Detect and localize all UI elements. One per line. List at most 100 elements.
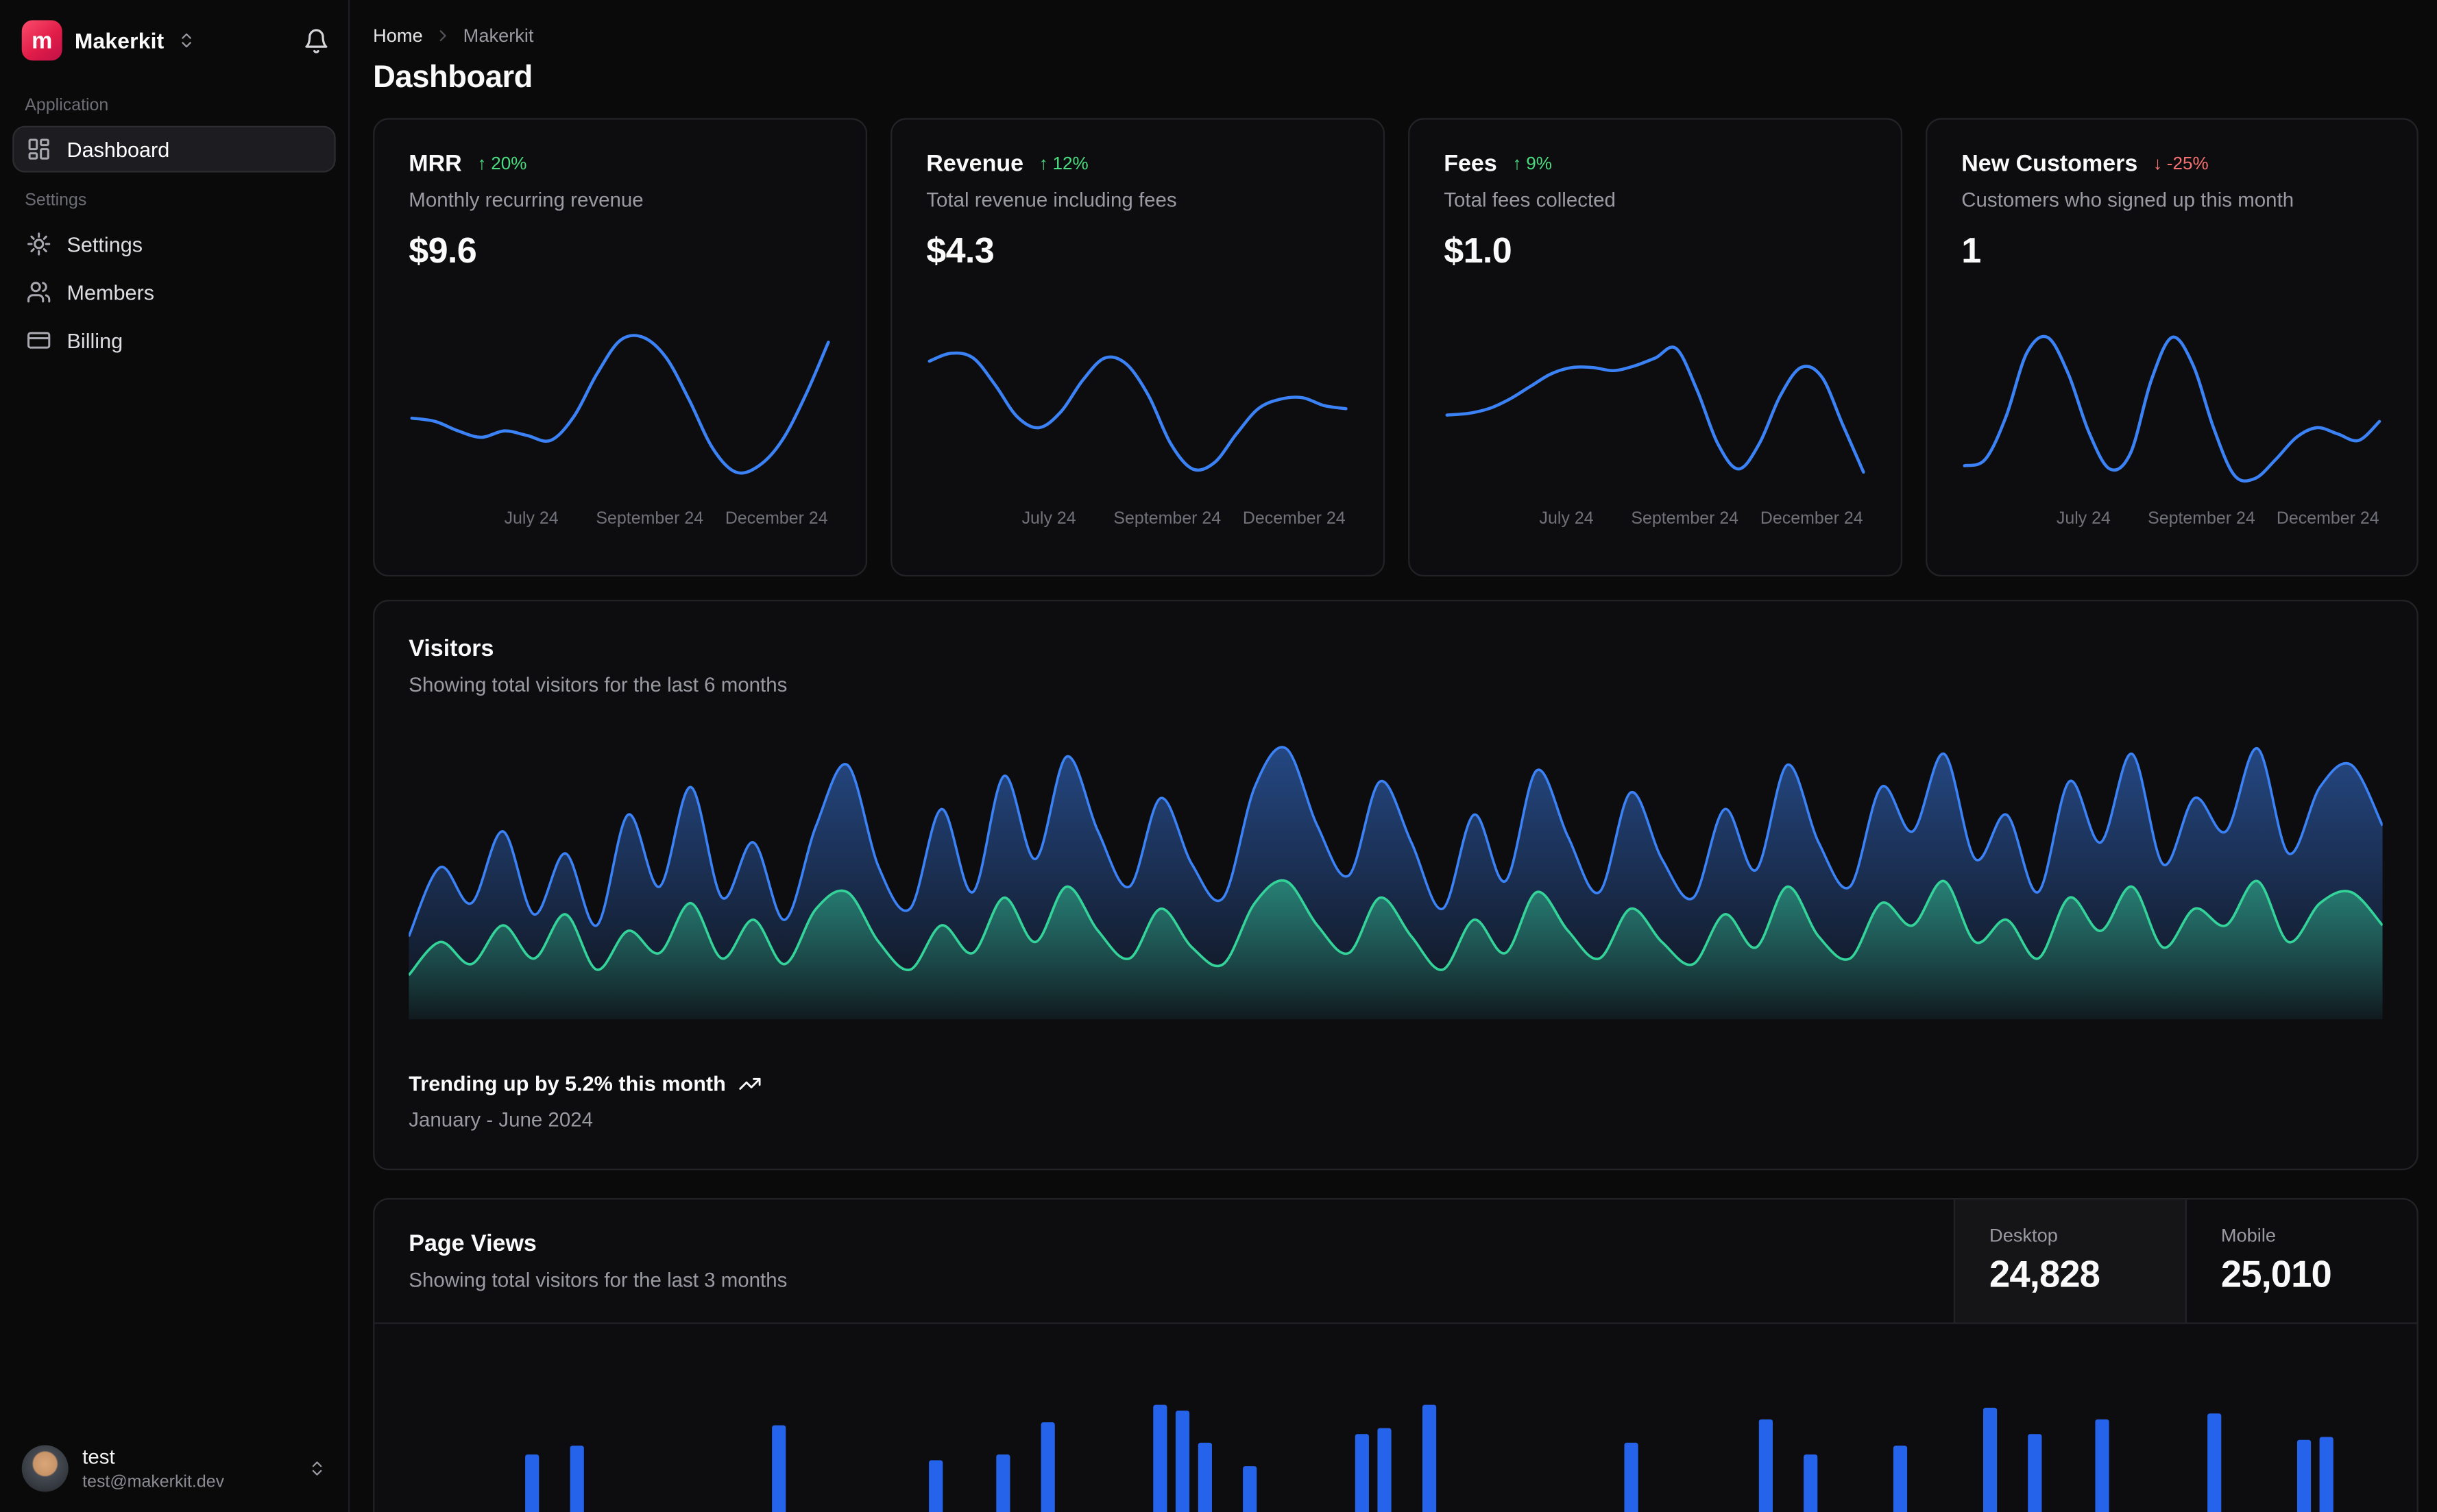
stat-description: Total fees collected <box>1444 188 1616 212</box>
x-tick: December 24 <box>725 509 828 528</box>
page-views-card: Page Views Showing total visitors for th… <box>373 1198 2418 1512</box>
user-avatar <box>21 1446 69 1493</box>
x-axis-labels: July 24 September 24 December 24 <box>409 510 832 535</box>
workspace-name: Makerkit <box>74 27 165 53</box>
trending-up-icon <box>738 1072 762 1095</box>
user-menu[interactable]: test test@makerkit.dev <box>0 1426 348 1512</box>
stat-value: $9.6 <box>409 230 477 271</box>
chevrons-up-down-icon <box>177 31 195 49</box>
stat-title: MRR <box>409 150 462 178</box>
stat-value: 1 <box>1961 230 1981 271</box>
sidebar-item-members[interactable]: Members <box>12 269 336 315</box>
mrr-sparkline-chart <box>409 317 832 501</box>
stat-title: Revenue <box>926 150 1024 178</box>
trend-badge: ↓ -25% <box>2153 155 2209 173</box>
chevron-right-icon <box>434 27 452 45</box>
stat-card-fees: Fees ↑ 9% Total fees collected $1.0 July… <box>1408 118 1903 577</box>
notifications-button[interactable] <box>303 27 330 54</box>
desktop-label: Desktop <box>1989 1224 2058 1247</box>
stat-card-mrr: MRR ↑ 20% Monthly recurring revenue $9.6… <box>373 118 868 577</box>
page-views-bar-chart <box>409 1324 2382 1512</box>
x-axis-labels: July 24 September 24 December 24 <box>1961 510 2382 535</box>
stat-description: Monthly recurring revenue <box>409 188 644 212</box>
app-root: m Makerkit Application Dashboard Setting… <box>0 0 2437 1512</box>
breadcrumb-current: Makerkit <box>463 25 534 47</box>
trend-value: 9% <box>1526 154 1552 173</box>
x-tick: September 24 <box>1631 509 1739 528</box>
visitors-trend-text: Trending up by 5.2% this month <box>409 1072 726 1096</box>
trend-up-icon: ↑ <box>1039 154 1048 173</box>
sidebar-nav: Application Dashboard Settings Settings … <box>0 80 348 365</box>
workspace-logo: m <box>21 20 62 61</box>
x-tick: July 24 <box>1539 509 1594 528</box>
x-tick: July 24 <box>1021 509 1076 528</box>
x-tick: September 24 <box>596 509 704 528</box>
user-meta: test test@makerkit.dev <box>82 1445 224 1493</box>
trend-value: 20% <box>491 154 527 173</box>
fees-sparkline-chart <box>1444 317 1867 501</box>
revenue-sparkline-chart <box>926 317 1349 501</box>
mobile-label: Mobile <box>2220 1224 2277 1247</box>
chevrons-up-down-icon <box>308 1460 326 1478</box>
x-axis-labels: July 24 September 24 December 24 <box>1444 510 1867 535</box>
stat-card-revenue: Revenue ↑ 12% Total revenue including fe… <box>890 118 1385 577</box>
stat-value: $1.0 <box>1444 230 1512 271</box>
x-tick: September 24 <box>2148 509 2255 528</box>
x-tick: December 24 <box>1760 509 1863 528</box>
trend-up-icon: ↑ <box>1512 154 1522 173</box>
trend-up-icon: ↑ <box>477 154 487 173</box>
sidebar-item-dashboard[interactable]: Dashboard <box>12 125 336 173</box>
nav-section-label-settings: Settings <box>25 191 87 210</box>
dashboard-icon <box>27 137 51 162</box>
sidebar-item-settings[interactable]: Settings <box>12 221 336 267</box>
trend-down-icon: ↓ <box>2153 154 2162 173</box>
breadcrumb-home-link[interactable]: Home <box>373 25 423 47</box>
x-tick: December 24 <box>1242 509 1346 528</box>
stat-description: Total revenue including fees <box>926 188 1177 212</box>
page-views-header: Page Views Showing total visitors for th… <box>374 1199 2417 1324</box>
x-axis-labels: July 24 September 24 December 24 <box>926 510 1349 535</box>
desktop-stat-toggle[interactable]: Desktop 24,828 <box>1953 1199 2185 1323</box>
bell-icon <box>303 27 330 54</box>
nav-section-label-application: Application <box>25 96 109 115</box>
nav-item-label: Dashboard <box>66 137 170 161</box>
visitors-subtitle: Showing total visitors for the last 6 mo… <box>409 672 788 696</box>
visitors-card: Visitors Showing total visitors for the … <box>373 600 2418 1171</box>
workspace-logo-letter: m <box>32 27 53 54</box>
app-window: m Makerkit Application Dashboard Setting… <box>0 0 2437 1512</box>
x-tick: July 24 <box>2056 509 2111 528</box>
x-tick: December 24 <box>2276 509 2379 528</box>
page-views-titles: Page Views Showing total visitors for th… <box>374 1199 1953 1322</box>
x-tick: September 24 <box>1113 509 1222 528</box>
user-email: test@makerkit.dev <box>82 1472 225 1491</box>
x-tick: July 24 <box>504 509 559 528</box>
page-title: Dashboard <box>373 60 533 95</box>
trend-badge: ↑ 12% <box>1039 155 1089 173</box>
nav-item-label: Settings <box>66 232 143 256</box>
visitors-date-range: January - June 2024 <box>409 1108 594 1132</box>
users-icon <box>27 280 51 304</box>
gear-icon <box>27 232 51 256</box>
stat-value: $4.3 <box>926 230 995 271</box>
user-name: test <box>82 1445 115 1469</box>
visitors-title: Visitors <box>409 635 494 662</box>
mobile-value: 25,010 <box>2220 1254 2332 1296</box>
credit-card-icon <box>27 328 51 352</box>
trend-value: 12% <box>1052 154 1089 173</box>
nav-item-label: Members <box>66 280 155 304</box>
page-views-title: Page Views <box>409 1230 537 1258</box>
stat-title: New Customers <box>1961 150 2138 178</box>
trend-badge: ↑ 20% <box>477 155 526 173</box>
sidebar: m Makerkit Application Dashboard Setting… <box>0 0 350 1512</box>
workspace-selector[interactable]: m Makerkit <box>0 0 348 80</box>
main-content: Home Makerkit Dashboard MRR ↑ 20% Monthl… <box>350 0 2437 1512</box>
visitors-trend-line: Trending up by 5.2% this month <box>409 1072 2382 1095</box>
stat-cards-row: MRR ↑ 20% Monthly recurring revenue $9.6… <box>373 118 2418 577</box>
trend-badge: ↑ 9% <box>1512 155 1552 173</box>
mobile-stat-toggle[interactable]: Mobile 25,010 <box>2185 1199 2417 1323</box>
sidebar-item-billing[interactable]: Billing <box>12 317 336 364</box>
stat-description: Customers who signed up this month <box>1961 188 2294 212</box>
breadcrumb: Home Makerkit <box>373 25 2418 47</box>
page-views-subtitle: Showing total visitors for the last 3 mo… <box>409 1268 788 1292</box>
desktop-value: 24,828 <box>1989 1254 2100 1296</box>
